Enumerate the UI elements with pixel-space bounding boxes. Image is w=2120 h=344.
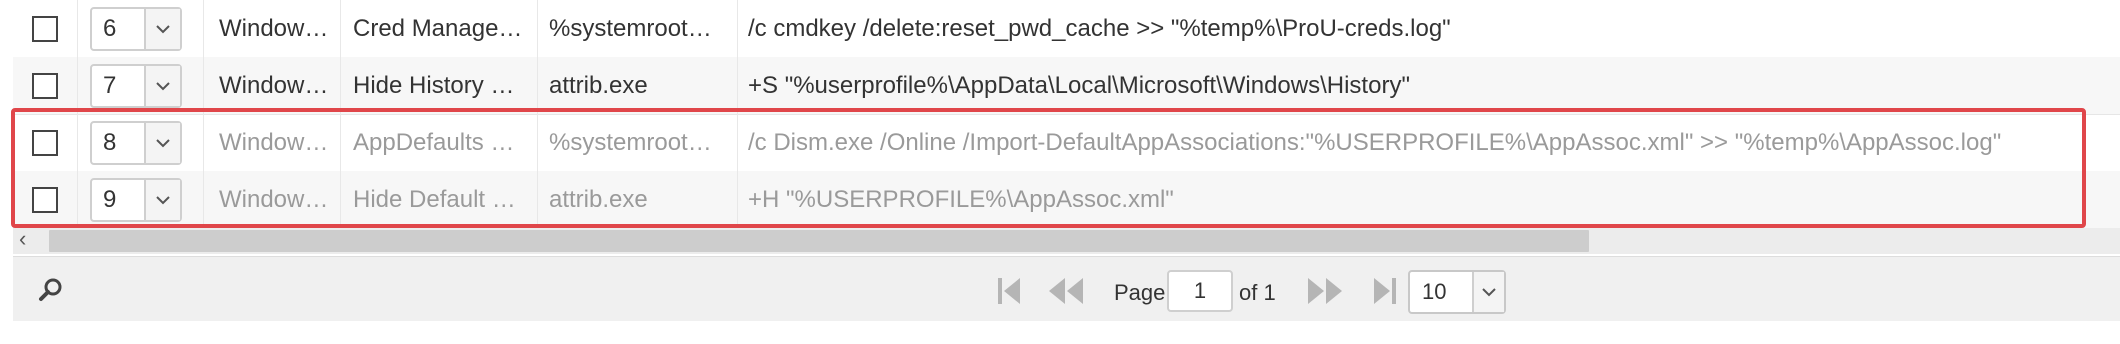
dropdown-button[interactable] (1472, 272, 1504, 312)
order-select[interactable]: 8 (90, 120, 182, 165)
dropdown-button[interactable] (144, 8, 180, 49)
page-size-select[interactable]: 10 (1408, 270, 1506, 314)
command-cell: attrib.exe (538, 57, 738, 114)
prev-page-icon[interactable] (1047, 276, 1085, 306)
order-value: 8 (103, 128, 117, 156)
command-cell: %systemroot… (538, 0, 738, 57)
chevron-down-icon (1482, 288, 1496, 297)
scroll-left-icon[interactable]: ‹ (19, 226, 39, 252)
order-value: 6 (103, 14, 117, 42)
chevron-down-icon (156, 138, 170, 147)
command-cell: %systemroot… (538, 114, 738, 171)
next-page-icon[interactable] (1306, 276, 1344, 306)
chevron-down-icon (156, 195, 170, 204)
chevron-down-icon (156, 24, 170, 33)
pager-bar: Page of 1 10 (13, 256, 2120, 321)
horizontal-scrollbar[interactable]: ‹ (13, 226, 2120, 254)
name-cell: AppDefaults … (341, 114, 538, 171)
order-select[interactable]: 6 (90, 6, 182, 51)
page-label: Page (1114, 280, 1166, 305)
order-select[interactable]: 7 (90, 63, 182, 108)
scrollbar-thumb[interactable] (49, 230, 1589, 252)
name-cell: Hide History … (341, 57, 538, 114)
row-checkbox[interactable] (32, 15, 58, 42)
last-page-icon[interactable] (1372, 276, 1398, 306)
name-cell: Cred Manage… (341, 0, 538, 57)
provider-cell: Window… (204, 114, 341, 171)
row-checkbox[interactable] (32, 129, 58, 156)
page-count-label: of 1 (1239, 280, 1276, 305)
chevron-down-icon (156, 81, 170, 90)
provider-cell: Window… (204, 171, 341, 228)
dropdown-button[interactable] (144, 65, 180, 106)
arguments-cell: /c Dism.exe /Online /Import-DefaultAppAs… (748, 128, 2002, 156)
dropdown-button[interactable] (144, 179, 180, 220)
provider-cell: Window… (204, 0, 341, 57)
table-row[interactable]: 8 Window… AppDefaults … %systemroot… /c … (13, 114, 2120, 172)
order-select[interactable]: 9 (90, 177, 182, 222)
dropdown-button[interactable] (144, 122, 180, 163)
first-page-icon[interactable] (996, 276, 1022, 306)
order-value: 7 (103, 71, 117, 99)
provider-cell: Window… (204, 57, 341, 114)
row-checkbox[interactable] (32, 186, 58, 213)
page-number-input[interactable] (1167, 270, 1233, 312)
page-size-value: 10 (1422, 279, 1447, 304)
name-cell: Hide Default … (341, 171, 538, 228)
command-cell: attrib.exe (538, 171, 738, 228)
arguments-cell: /c cmdkey /delete:reset_pwd_cache >> "%t… (748, 14, 1451, 42)
row-checkbox[interactable] (32, 72, 58, 99)
table-row[interactable]: 6 Window… Cred Manage… %systemroot… /c c… (13, 0, 2120, 58)
table-row[interactable]: 7 Window… Hide History … attrib.exe +S "… (13, 57, 2120, 115)
arguments-cell: +H "%USERPROFILE%\AppAssoc.xml" (748, 185, 1174, 213)
arguments-cell: +S "%userprofile%\AppData\Local\Microsof… (748, 71, 1410, 99)
order-value: 9 (103, 185, 117, 213)
table-row[interactable]: 9 Window… Hide Default … attrib.exe +H "… (13, 171, 2120, 229)
refresh-icon[interactable] (37, 276, 65, 304)
